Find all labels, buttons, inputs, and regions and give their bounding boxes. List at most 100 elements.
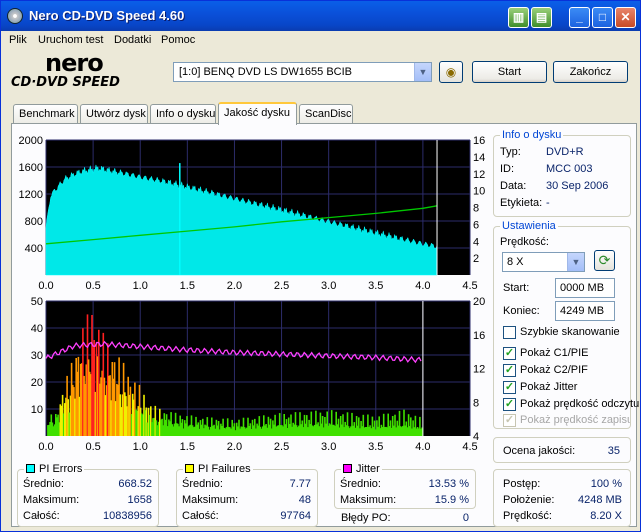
minimize-button[interactable]: _ xyxy=(569,7,590,28)
speed-select[interactable]: 8 X ▼ xyxy=(502,252,585,272)
tab-scandisc[interactable]: ScanDisc xyxy=(299,104,353,124)
pi-errors-group: PI Errors Średnio: 668.52 Maksimum: 1658… xyxy=(17,463,159,527)
tab-utworz-dysk[interactable]: Utwórz dysk xyxy=(80,104,148,124)
chevron-down-icon[interactable]: ▼ xyxy=(414,63,431,81)
pi-errors-max: 1658 xyxy=(127,494,152,506)
x-tick-label: 2.0 xyxy=(227,441,242,453)
pi-failures-max-label: Maksimum: xyxy=(182,494,239,506)
start-input[interactable]: 0000 MB xyxy=(555,278,615,298)
menu-uruchom-test[interactable]: Uruchom test xyxy=(38,34,103,46)
x-tick-label: 2.0 xyxy=(227,280,242,292)
po-errors-value: 0 xyxy=(462,512,469,524)
disc-info-title: Info o dysku xyxy=(500,129,564,141)
maximize-button[interactable]: □ xyxy=(592,7,613,28)
tab-jakosc-dysku[interactable]: Jakość dysku xyxy=(218,102,297,125)
pi-errors-title-text: PI Errors xyxy=(39,463,83,475)
y2-tick-label: 6 xyxy=(473,219,479,231)
y-tick-label: 1600 xyxy=(19,162,43,174)
end-input[interactable]: 4249 MB xyxy=(555,301,615,321)
x-tick-label: 3.0 xyxy=(321,441,336,453)
y2-tick-label: 12 xyxy=(473,364,485,376)
start-label: Start: xyxy=(503,282,530,294)
progress-label: Postęp: xyxy=(503,478,541,490)
start-button[interactable]: Start xyxy=(472,61,547,83)
pi-errors-max-label: Maksimum: xyxy=(23,494,80,506)
pi-failures-chart: 10203040500.0 0.5 1.0 1.5 2.0 2.5 3.0 3.5 4.0 4.5… xyxy=(31,296,486,453)
pi-errors-chart: 400 800 1200 1600 2000 0.0 0.5 1.0 1.5 2.0 2.5 3.0 3… xyxy=(19,135,486,292)
drive-select[interactable]: [1:0] BENQ DVD LS DW1655 BCIB ▼ xyxy=(173,62,432,82)
y-tick-label: 2000 xyxy=(19,135,43,147)
y-tick-label: 400 xyxy=(25,243,43,255)
tab-info-o-dysku[interactable]: Info o dysku xyxy=(150,104,216,124)
progress-box: Postęp: 100 % Położenie: 4248 MB Prędkoś… xyxy=(493,469,631,527)
x-tick-label: 2.5 xyxy=(274,441,289,453)
show-read-speed-label[interactable]: Pokaż prędkość odczytu xyxy=(520,398,639,410)
jitter-avg: 13.53 % xyxy=(428,478,469,490)
show-c2-checkbox[interactable]: ✓ xyxy=(503,364,516,377)
show-c2-label[interactable]: Pokaż C2/PIF xyxy=(520,364,588,376)
show-c1-label[interactable]: Pokaż C1/PIE xyxy=(520,347,588,359)
menu-pomoc[interactable]: Pomoc xyxy=(161,34,195,46)
eject-button[interactable]: ◉ xyxy=(439,61,463,83)
y2-tick-label: 12 xyxy=(473,169,485,181)
show-jitter-label[interactable]: Pokaż Jitter xyxy=(520,381,577,393)
show-c1-checkbox[interactable]: ✓ xyxy=(503,347,516,360)
show-write-speed-checkbox: ✓ xyxy=(503,414,516,427)
menu-plik[interactable]: Plik xyxy=(9,34,27,46)
menu-bar: Plik Uruchom test Dodatki Pomoc xyxy=(1,31,640,49)
show-write-speed-label: Pokaż prędkość zapisu xyxy=(520,414,630,426)
close-button[interactable]: ✕ xyxy=(615,7,636,28)
y2-tick-label: 4 xyxy=(473,431,479,443)
quality-score-box: Ocena jakości: 35 xyxy=(493,437,631,463)
app-window: Nero CD-DVD Speed 4.60 ▥ ▤ _ □ ✕ Plik Ur… xyxy=(0,0,641,532)
chevron-down-icon[interactable]: ▼ xyxy=(567,253,584,271)
x-tick-label: 1.5 xyxy=(180,280,195,292)
legend-square xyxy=(343,464,352,473)
charts-area: 400 800 1200 1600 2000 0.0 0.5 1.0 1.5 2.0 2.5 3.0 3… xyxy=(19,135,486,453)
show-jitter-checkbox[interactable]: ✓ xyxy=(503,381,516,394)
y2-tick-label: 2 xyxy=(473,253,479,265)
pi-failures-avg: 7.77 xyxy=(289,478,311,490)
pi-failures-title-text: PI Failures xyxy=(198,463,251,475)
jitter-max-label: Maksimum: xyxy=(340,494,397,506)
y2-tick-label: 14 xyxy=(473,152,485,164)
x-tick-label: 4.5 xyxy=(462,280,477,292)
x-tick-label: 4.0 xyxy=(415,441,430,453)
pi-failures-max: 48 xyxy=(298,494,311,506)
disc-info-group: Info o dysku Typ: DVD+R ID: MCC 003 Data… xyxy=(493,129,631,217)
settings-title: Ustawienia xyxy=(500,220,558,232)
x-tick-label: 3.5 xyxy=(368,441,383,453)
po-errors-label: Błędy PO: xyxy=(341,512,391,524)
pi-failures-group: PI Failures Średnio: 7.77 Maksimum: 48 C… xyxy=(176,463,318,527)
x-tick-label: 1.0 xyxy=(133,441,148,453)
app-help-icon[interactable]: ▥ xyxy=(508,7,529,28)
end-label: Koniec: xyxy=(503,305,540,317)
settings-group: Ustawienia Prędkość: 8 X ▼ ⟳ Start: 0000… xyxy=(493,220,639,429)
y-tick-label: 50 xyxy=(31,296,43,308)
refresh-icon[interactable]: ⟳ xyxy=(594,250,615,271)
x-tick-label: 1.0 xyxy=(133,280,148,292)
x-tick-label: 3.0 xyxy=(321,280,336,292)
show-read-speed-checkbox[interactable]: ✓ xyxy=(503,398,516,411)
quick-scan-checkbox[interactable] xyxy=(503,326,516,339)
pi-failures-title: PI Failures xyxy=(183,463,253,475)
pi-errors-total: 10838956 xyxy=(103,510,152,522)
cd-icon xyxy=(7,8,23,24)
title-bar[interactable]: Nero CD-DVD Speed 4.60 ▥ ▤ _ □ ✕ xyxy=(1,1,640,31)
pi-errors-avg-label: Średnio: xyxy=(23,478,64,490)
jitter-title-text: Jitter xyxy=(356,463,380,475)
disc-date-value: 30 Sep 2006 xyxy=(546,180,609,192)
tab-benchmark[interactable]: Benchmark xyxy=(13,104,78,124)
end-button[interactable]: Zakończ xyxy=(553,61,628,83)
logo-cd-dvd-speed: CD·DVD SPEED xyxy=(11,75,120,90)
y2-tick-label: 20 xyxy=(473,296,485,308)
disc-type-label: Typ: xyxy=(500,146,521,158)
menu-dodatki[interactable]: Dodatki xyxy=(114,34,151,46)
x-tick-label: 0.5 xyxy=(85,441,100,453)
disc-id-value: MCC 003 xyxy=(546,163,593,175)
y-tick-label: 1200 xyxy=(19,189,43,201)
quick-scan-label[interactable]: Szybkie skanowanie xyxy=(520,326,620,338)
save-icon[interactable]: ▤ xyxy=(531,7,552,28)
quality-score-label: Ocena jakości: xyxy=(503,445,576,457)
drive-select-value: [1:0] BENQ DVD LS DW1655 BCIB xyxy=(179,66,353,78)
